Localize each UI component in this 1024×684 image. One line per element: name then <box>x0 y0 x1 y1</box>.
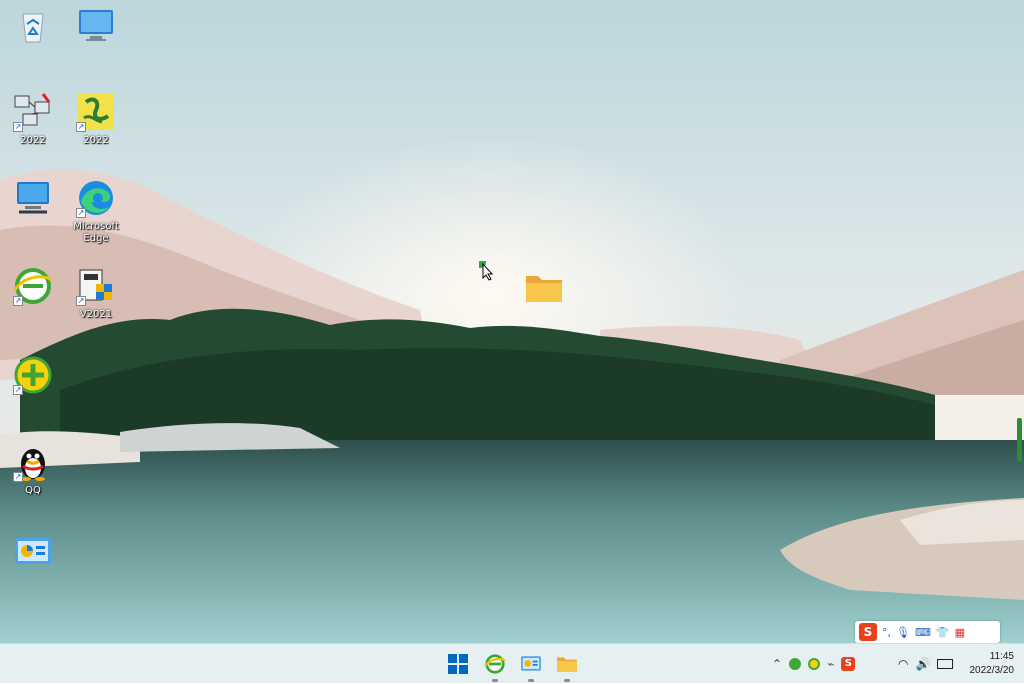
chevron-up-icon[interactable]: ⌃ <box>772 657 782 671</box>
running-indicator <box>564 679 570 682</box>
desktop-icon-qq[interactable]: ↗ QQ <box>0 442 66 497</box>
desktop-icon-edge[interactable]: ↗ Microsoft Edge <box>63 178 129 245</box>
windows-logo-icon <box>448 654 468 674</box>
desktop-icon-label: QQ <box>25 485 41 496</box>
desktop-icon-label: 2022 <box>20 135 46 146</box>
control-panel-icon <box>521 656 541 671</box>
clock-date: 2022/3/20 <box>969 665 1015 676</box>
folder-icon <box>557 657 577 672</box>
recycle-bin-icon <box>13 6 53 46</box>
360-browser-icon <box>484 654 506 674</box>
shortcut-arrow-icon: ↗ <box>13 122 23 132</box>
qq-penguin-icon: ↗ <box>13 442 53 482</box>
desktop-icon-app-b[interactable]: ↗ 2022 <box>63 92 129 147</box>
desktop-icon-label: 2022 <box>83 135 109 146</box>
network-icon <box>13 178 53 218</box>
shortcut-arrow-icon: ↗ <box>13 385 23 395</box>
desktop-icon-label: Microsoft Edge <box>73 221 119 244</box>
360-safe-icon: ↗ <box>13 355 53 395</box>
system-tray: ⌃ ⌁ S <box>772 644 856 684</box>
microphone-icon[interactable]: 🎙 <box>896 626 910 639</box>
taskbar-360-browser[interactable] <box>481 650 509 682</box>
edge-icon: ↗ <box>76 178 116 218</box>
battery-icon <box>937 659 954 669</box>
shortcut-arrow-icon: ↗ <box>76 208 86 218</box>
control-panel-icon <box>13 532 53 572</box>
taskbar-file-explorer[interactable] <box>553 650 581 682</box>
taskbar-control-panel[interactable] <box>517 650 545 682</box>
usb-icon[interactable]: ⌁ <box>827 657 834 671</box>
network-app-icon: ↗ <box>13 92 53 132</box>
desktop-icon-network[interactable] <box>0 178 66 221</box>
desktop-wallpaper <box>0 0 1024 643</box>
app-b-icon: ↗ <box>76 92 116 132</box>
shortcut-arrow-icon: ↗ <box>76 122 86 132</box>
desktop-icon-folder[interactable] <box>511 268 577 311</box>
taskbar-clock[interactable]: 11:45 2022/3/20 <box>970 650 1015 678</box>
desktop-icon-recycle-bin[interactable] <box>0 6 66 49</box>
start-button[interactable] <box>444 650 472 678</box>
desktop-icon-recorder[interactable]: ↗ V2021 <box>63 266 129 321</box>
sogou-logo-icon[interactable]: S <box>859 623 877 641</box>
desktop-icon-app-a[interactable]: ↗ 2022 <box>0 92 66 147</box>
wifi-icon: ◠ <box>898 657 909 671</box>
skin-shirt-icon[interactable]: 👕 <box>936 626 950 639</box>
desktop-icon-360-safe[interactable]: ↗ <box>0 355 66 398</box>
shortcut-arrow-icon: ↗ <box>13 296 23 306</box>
360-browser-icon: ↗ <box>13 266 53 306</box>
ime-toolbar[interactable]: S °, 🎙 ⌨ 👕 ▦ <box>855 621 1000 643</box>
desktop-icon-360-browser[interactable]: ↗ <box>0 266 66 309</box>
edge-sidebar-handle[interactable] <box>1017 418 1022 462</box>
volume-icon: 🔊 <box>915 657 931 671</box>
quick-settings[interactable]: ◠ 🔊 <box>898 644 954 684</box>
360-safe-tray-icon[interactable] <box>808 658 821 670</box>
folder-icon <box>524 268 564 308</box>
desktop-icon-control-panel[interactable] <box>0 532 66 575</box>
taskbar: ⌃ ⌁ S ◠ 🔊 11:45 2022/3/20 <box>0 643 1024 683</box>
360-guard-tray-icon[interactable] <box>789 658 802 670</box>
punctuation-icon[interactable]: °, <box>882 626 891 639</box>
monitor-icon <box>76 6 116 46</box>
sogou-tray-icon[interactable]: S <box>841 657 856 671</box>
mouse-cursor <box>474 256 495 285</box>
toolbox-icon[interactable]: ▦ <box>955 626 965 639</box>
keyboard-icon[interactable]: ⌨ <box>915 626 931 639</box>
recorder-icon: ↗ <box>76 266 116 306</box>
running-indicator <box>528 679 534 682</box>
shortcut-arrow-icon: ↗ <box>13 472 23 482</box>
desktop-icon-this-pc[interactable] <box>63 6 129 49</box>
desktop-icon-label: V2021 <box>79 309 113 320</box>
running-indicator <box>492 679 498 682</box>
clock-time: 11:45 <box>989 651 1014 662</box>
shortcut-arrow-icon: ↗ <box>76 296 86 306</box>
